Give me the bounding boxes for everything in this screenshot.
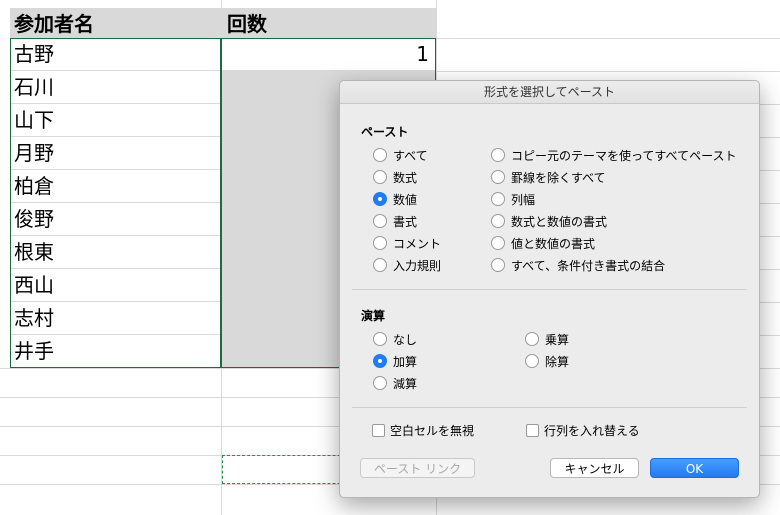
radio-button[interactable] bbox=[525, 332, 539, 346]
radio-label: コピー元のテーマを使ってすべてペースト bbox=[511, 149, 737, 163]
radio-option[interactable]: 値と数値の書式 bbox=[491, 235, 751, 253]
cancel-button[interactable]: キャンセル bbox=[550, 458, 639, 478]
radio-option[interactable]: 数式と数値の書式 bbox=[491, 213, 751, 231]
radio-button[interactable] bbox=[373, 258, 387, 272]
radio-button[interactable] bbox=[373, 332, 387, 346]
radio-option[interactable]: 数値 bbox=[373, 191, 493, 209]
radio-option[interactable]: すべて、条件付き書式の結合 bbox=[491, 257, 751, 275]
radio-label: 減算 bbox=[393, 377, 418, 391]
operation-section-label: 演算 bbox=[361, 309, 386, 323]
radio-button[interactable] bbox=[373, 192, 387, 206]
dialog-title: 形式を選択してペースト bbox=[340, 81, 759, 104]
radio-label: 乗算 bbox=[545, 333, 570, 347]
radio-button[interactable] bbox=[373, 148, 387, 162]
radio-option[interactable]: コメント bbox=[373, 235, 493, 253]
radio-label: 入力規則 bbox=[393, 259, 442, 273]
radio-button[interactable] bbox=[491, 170, 505, 184]
header-cell-participant[interactable]: 参加者名 bbox=[10, 8, 221, 38]
radio-button[interactable] bbox=[491, 148, 505, 162]
radio-label: 除算 bbox=[545, 355, 570, 369]
radio-label: 列幅 bbox=[511, 193, 536, 207]
row-divider bbox=[436, 38, 780, 39]
paste-special-dialog: 形式を選択してペースト ペースト すべて数式数値書式コメント入力規則 コピー元の… bbox=[339, 80, 760, 498]
radio-label: 書式 bbox=[393, 215, 418, 229]
radio-button[interactable] bbox=[491, 258, 505, 272]
radio-option[interactable]: 罫線を除くすべて bbox=[491, 169, 751, 187]
checkbox-box[interactable] bbox=[372, 424, 385, 437]
radio-option[interactable]: コピー元のテーマを使ってすべてペースト bbox=[491, 147, 751, 165]
radio-label: 数式と数値の書式 bbox=[511, 215, 608, 229]
radio-option[interactable]: 列幅 bbox=[491, 191, 751, 209]
transpose-label: 行列を入れ替える bbox=[544, 424, 640, 438]
radio-button[interactable] bbox=[373, 376, 387, 390]
radio-label: なし bbox=[393, 333, 418, 347]
row-divider bbox=[436, 71, 780, 72]
radio-button[interactable] bbox=[373, 214, 387, 228]
checkbox-box[interactable] bbox=[526, 424, 539, 437]
radio-label: 罫線を除くすべて bbox=[511, 171, 606, 185]
radio-button[interactable] bbox=[373, 170, 387, 184]
radio-button[interactable] bbox=[491, 214, 505, 228]
radio-option[interactable]: 入力規則 bbox=[373, 257, 493, 275]
radio-option[interactable]: なし bbox=[373, 331, 493, 349]
radio-option[interactable]: 除算 bbox=[525, 353, 645, 371]
transpose-checkbox[interactable]: 行列を入れ替える bbox=[526, 422, 686, 440]
radio-option[interactable]: 加算 bbox=[373, 353, 493, 371]
radio-button[interactable] bbox=[373, 354, 387, 368]
radio-button[interactable] bbox=[373, 236, 387, 250]
radio-button[interactable] bbox=[491, 192, 505, 206]
radio-label: すべて、条件付き書式の結合 bbox=[511, 259, 666, 273]
radio-option[interactable]: すべて bbox=[373, 147, 493, 165]
radio-label: 値と数値の書式 bbox=[511, 237, 596, 251]
radio-label: すべて bbox=[393, 149, 428, 163]
radio-label: 数値 bbox=[393, 193, 418, 207]
radio-option[interactable]: 書式 bbox=[373, 213, 493, 231]
radio-label: 加算 bbox=[393, 355, 418, 369]
radio-label: 数式 bbox=[393, 171, 418, 185]
radio-option[interactable]: 減算 bbox=[373, 375, 493, 393]
ok-button[interactable]: OK bbox=[650, 458, 739, 478]
paste-section-label: ペースト bbox=[361, 125, 409, 139]
radio-button[interactable] bbox=[525, 354, 539, 368]
paste-link-button[interactable]: ペースト リンク bbox=[360, 458, 475, 478]
radio-label: コメント bbox=[393, 237, 442, 251]
radio-button[interactable] bbox=[491, 236, 505, 250]
radio-option[interactable]: 乗算 bbox=[525, 331, 645, 349]
radio-option[interactable]: 数式 bbox=[373, 169, 493, 187]
divider bbox=[352, 289, 747, 290]
header-cell-count[interactable]: 回数 bbox=[221, 8, 436, 38]
skip-blanks-label: 空白セルを無視 bbox=[390, 424, 475, 438]
selection-border-names bbox=[10, 38, 221, 368]
skip-blanks-checkbox[interactable]: 空白セルを無視 bbox=[372, 422, 532, 440]
divider bbox=[352, 407, 747, 408]
